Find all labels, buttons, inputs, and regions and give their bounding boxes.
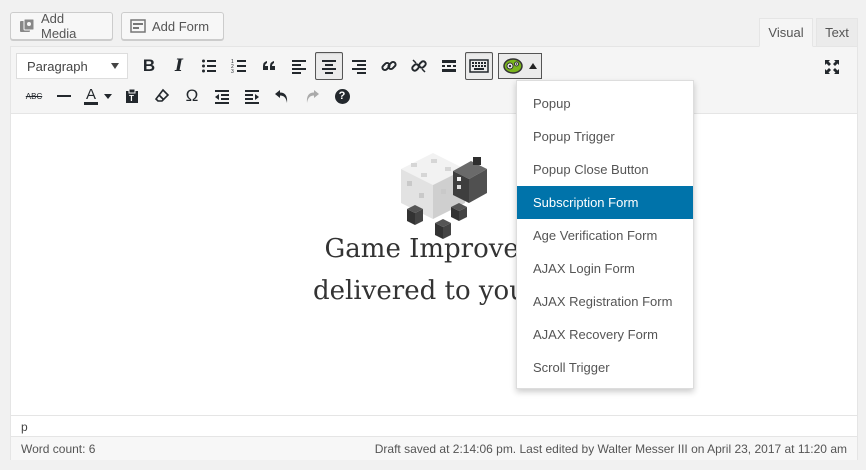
read-more-icon: [442, 60, 456, 72]
menu-item-subscription-form[interactable]: Subscription Form: [517, 186, 693, 219]
text-color-icon: A: [84, 85, 98, 105]
numbered-list-button[interactable]: 123: [225, 52, 253, 80]
paste-text-button[interactable]: T: [118, 82, 146, 110]
clear-formatting-icon: [154, 88, 170, 102]
draft-status: Draft saved at 2:14:06 pm. Last edited b…: [374, 441, 847, 456]
tab-text[interactable]: Text: [816, 18, 858, 47]
chevron-down-icon[interactable]: [104, 93, 112, 99]
editor-content[interactable]: Game Improvem delivered to your i: [11, 115, 857, 415]
popup-maker-icon: [503, 58, 523, 74]
caret-up-icon: [529, 63, 537, 69]
element-path: p: [11, 415, 857, 437]
format-select-value: Paragraph: [27, 58, 88, 74]
editor-footer: Word count: 6 Draft saved at 2:14:06 pm.…: [11, 436, 857, 460]
bold-button[interactable]: B: [135, 52, 163, 80]
add-media-label: Add Media: [41, 11, 77, 41]
redo-icon: [306, 90, 319, 103]
form-icon: [130, 18, 146, 34]
toolbar-toggle-button[interactable]: [465, 52, 493, 80]
element-path-item[interactable]: p: [21, 420, 28, 434]
blockquote-button[interactable]: [255, 52, 283, 80]
chevron-down-icon: [111, 63, 119, 69]
menu-item-ajax-recovery-form[interactable]: AJAX Recovery Form: [517, 318, 693, 351]
sheep-image: [401, 153, 487, 239]
outdent-icon: [215, 90, 229, 104]
help-button[interactable]: ?: [328, 82, 356, 110]
popup-maker-shortcode-button[interactable]: [498, 53, 542, 79]
add-media-button[interactable]: Add Media: [10, 11, 113, 41]
align-right-icon: [352, 60, 366, 74]
special-character-button[interactable]: Ω: [178, 82, 206, 110]
toolbar-toggle-icon: [469, 59, 489, 73]
unlink-button[interactable]: [405, 52, 433, 80]
redo-button[interactable]: [298, 82, 326, 110]
menu-item-popup[interactable]: Popup: [517, 87, 693, 120]
align-center-button[interactable]: [315, 52, 343, 80]
align-right-button[interactable]: [345, 52, 373, 80]
strikethrough-icon: ABC: [25, 91, 43, 101]
add-form-label: Add Form: [152, 18, 210, 34]
add-form-button[interactable]: Add Form: [121, 12, 224, 40]
horizontal-line-icon: [57, 95, 71, 97]
menu-item-ajax-login-form[interactable]: AJAX Login Form: [517, 252, 693, 285]
bold-icon: B: [142, 56, 156, 75]
editor: Paragraph B I 123 ABC A T Ω ? Game Impro…: [10, 46, 858, 460]
content-headline-line-2: delivered to your i: [313, 276, 555, 306]
toolbar-row-1: Paragraph B I 123: [16, 51, 542, 81]
blockquote-icon: [263, 61, 275, 70]
word-count: Word count: 6: [21, 441, 96, 456]
svg-text:T: T: [129, 94, 134, 103]
content-headline-line-1: Game Improvem: [324, 234, 544, 264]
indent-icon: [245, 90, 259, 104]
help-icon: ?: [334, 88, 350, 104]
undo-icon: [275, 90, 288, 103]
italic-button[interactable]: I: [165, 52, 193, 80]
media-icon: [19, 18, 35, 34]
paste-text-icon: T: [126, 88, 138, 103]
fullscreen-button[interactable]: [818, 53, 846, 81]
align-center-icon: [322, 60, 336, 74]
outdent-button[interactable]: [208, 82, 236, 110]
align-left-button[interactable]: [285, 52, 313, 80]
text-color-button[interactable]: A: [80, 82, 116, 110]
menu-item-popup-close-button[interactable]: Popup Close Button: [517, 153, 693, 186]
clear-formatting-button[interactable]: [148, 82, 176, 110]
strikethrough-button[interactable]: ABC: [20, 82, 48, 110]
special-character-icon: Ω: [185, 86, 199, 105]
numbered-list-icon: 123: [231, 59, 246, 74]
fullscreen-icon: [825, 60, 839, 74]
format-select[interactable]: Paragraph: [16, 53, 128, 79]
bullet-list-button[interactable]: [195, 52, 223, 80]
bullet-list-icon: [202, 59, 216, 73]
menu-item-age-verification-form[interactable]: Age Verification Form: [517, 219, 693, 252]
undo-button[interactable]: [268, 82, 296, 110]
menu-item-ajax-registration-form[interactable]: AJAX Registration Form: [517, 285, 693, 318]
menu-item-scroll-trigger[interactable]: Scroll Trigger: [517, 351, 693, 384]
align-left-icon: [292, 60, 306, 74]
text-color-letter: A: [85, 85, 96, 103]
menu-item-popup-trigger[interactable]: Popup Trigger: [517, 120, 693, 153]
read-more-button[interactable]: [435, 52, 463, 80]
popup-maker-dropdown-menu: Popup Popup Trigger Popup Close Button S…: [516, 80, 694, 389]
link-button[interactable]: [375, 52, 403, 80]
link-icon: [381, 60, 397, 72]
tab-visual[interactable]: Visual: [759, 18, 813, 47]
indent-button[interactable]: [238, 82, 266, 110]
italic-icon: I: [175, 56, 183, 76]
unlink-icon: [411, 59, 427, 73]
toolbar-row-2: ABC A T Ω ?: [19, 81, 357, 111]
svg-text:3: 3: [231, 69, 234, 74]
horizontal-line-button[interactable]: [50, 82, 78, 110]
editor-toolbar: Paragraph B I 123 ABC A T Ω ?: [11, 47, 857, 114]
